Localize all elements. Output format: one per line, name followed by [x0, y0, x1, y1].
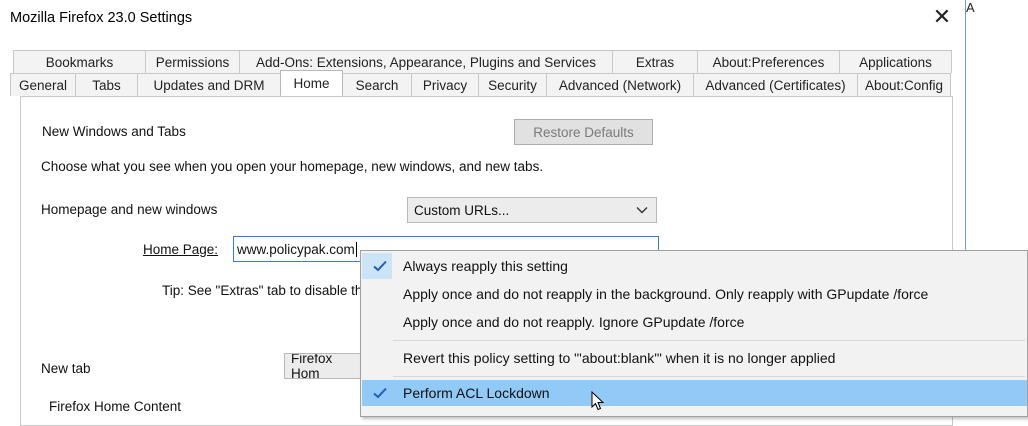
homepage-select-value: Custom URLs...	[414, 202, 510, 218]
tab-general[interactable]: General	[10, 73, 76, 96]
chevron-down-icon	[636, 207, 648, 214]
home-description: Choose what you see when you open your h…	[41, 159, 544, 174]
background-window-text: A	[966, 0, 975, 15]
tab-row-2: General Tabs Updates and DRM Home Search…	[10, 70, 951, 96]
window-title: Mozilla Firefox 23.0 Settings	[10, 10, 193, 26]
home-page-label: Home Page:	[143, 242, 219, 257]
home-content-label: Firefox Home Content	[49, 399, 182, 414]
menu-item-label: Always reapply this setting	[403, 258, 568, 274]
new-tab-select[interactable]: Firefox Hom	[284, 353, 364, 379]
tab-about-preferences[interactable]: About:Preferences	[697, 50, 840, 73]
tab-applications[interactable]: Applications	[839, 50, 952, 73]
menu-separator	[393, 376, 1025, 377]
tab-permissions[interactable]: Permissions	[145, 50, 240, 73]
tab-extras[interactable]: Extras	[612, 50, 698, 73]
menu-item-label: Revert this policy setting to "'about:bl…	[403, 350, 836, 366]
tab-privacy[interactable]: Privacy	[411, 73, 479, 96]
menu-item-acl-lockdown[interactable]: Perform ACL Lockdown	[362, 380, 1027, 406]
text-caret	[355, 241, 357, 257]
menu-separator	[393, 340, 1025, 341]
menu-item-apply-once-gpupdate[interactable]: Apply once and do not reapply in the bac…	[362, 281, 1027, 307]
close-icon[interactable]: ✕	[929, 4, 955, 30]
new-tab-label: New tab	[41, 361, 91, 376]
menu-item-label: Perform ACL Lockdown	[403, 385, 550, 401]
menu-item-apply-once-ignore[interactable]: Apply once and do not reapply. Ignore GP…	[362, 309, 1027, 335]
tab-security[interactable]: Security	[478, 73, 547, 96]
tab-updates-drm[interactable]: Updates and DRM	[137, 73, 281, 96]
checkmark-icon	[373, 387, 387, 399]
tab-about-config[interactable]: About:Config	[857, 73, 951, 96]
menu-item-always-reapply[interactable]: Always reapply this setting	[362, 253, 1027, 279]
menu-item-label: Apply once and do not reapply in the bac…	[403, 286, 929, 302]
checkmark-icon	[373, 260, 387, 272]
menu-item-label: Apply once and do not reapply. Ignore GP…	[403, 314, 745, 330]
tab-strip: Bookmarks Permissions Add-Ons: Extension…	[10, 50, 954, 96]
tab-advanced-certificates[interactable]: Advanced (Certificates)	[693, 73, 858, 96]
mouse-cursor-icon	[591, 391, 605, 411]
policy-context-menu: Always reapply this setting Apply once a…	[360, 250, 1028, 417]
menu-item-revert-policy[interactable]: Revert this policy setting to "'about:bl…	[362, 345, 1027, 371]
tip-text: Tip: See "Extras" tab to disable th	[162, 283, 363, 298]
homepage-select[interactable]: Custom URLs...	[407, 197, 657, 223]
new-tab-select-value: Firefox Hom	[291, 353, 333, 379]
tab-advanced-network[interactable]: Advanced (Network)	[546, 73, 694, 96]
tab-search[interactable]: Search	[342, 73, 412, 96]
section-title: New Windows and Tabs	[42, 124, 186, 139]
home-page-value: www.policypak.com	[237, 241, 355, 257]
tab-bookmarks[interactable]: Bookmarks	[13, 50, 146, 73]
restore-defaults-button[interactable]: Restore Defaults	[514, 119, 653, 145]
homepage-label: Homepage and new windows	[41, 202, 218, 217]
tab-tabs[interactable]: Tabs	[75, 73, 138, 96]
title-bar: Mozilla Firefox 23.0 Settings ✕	[0, 0, 965, 36]
tab-home[interactable]: Home	[280, 70, 343, 95]
tab-row-1: Bookmarks Permissions Add-Ons: Extension…	[13, 50, 952, 73]
